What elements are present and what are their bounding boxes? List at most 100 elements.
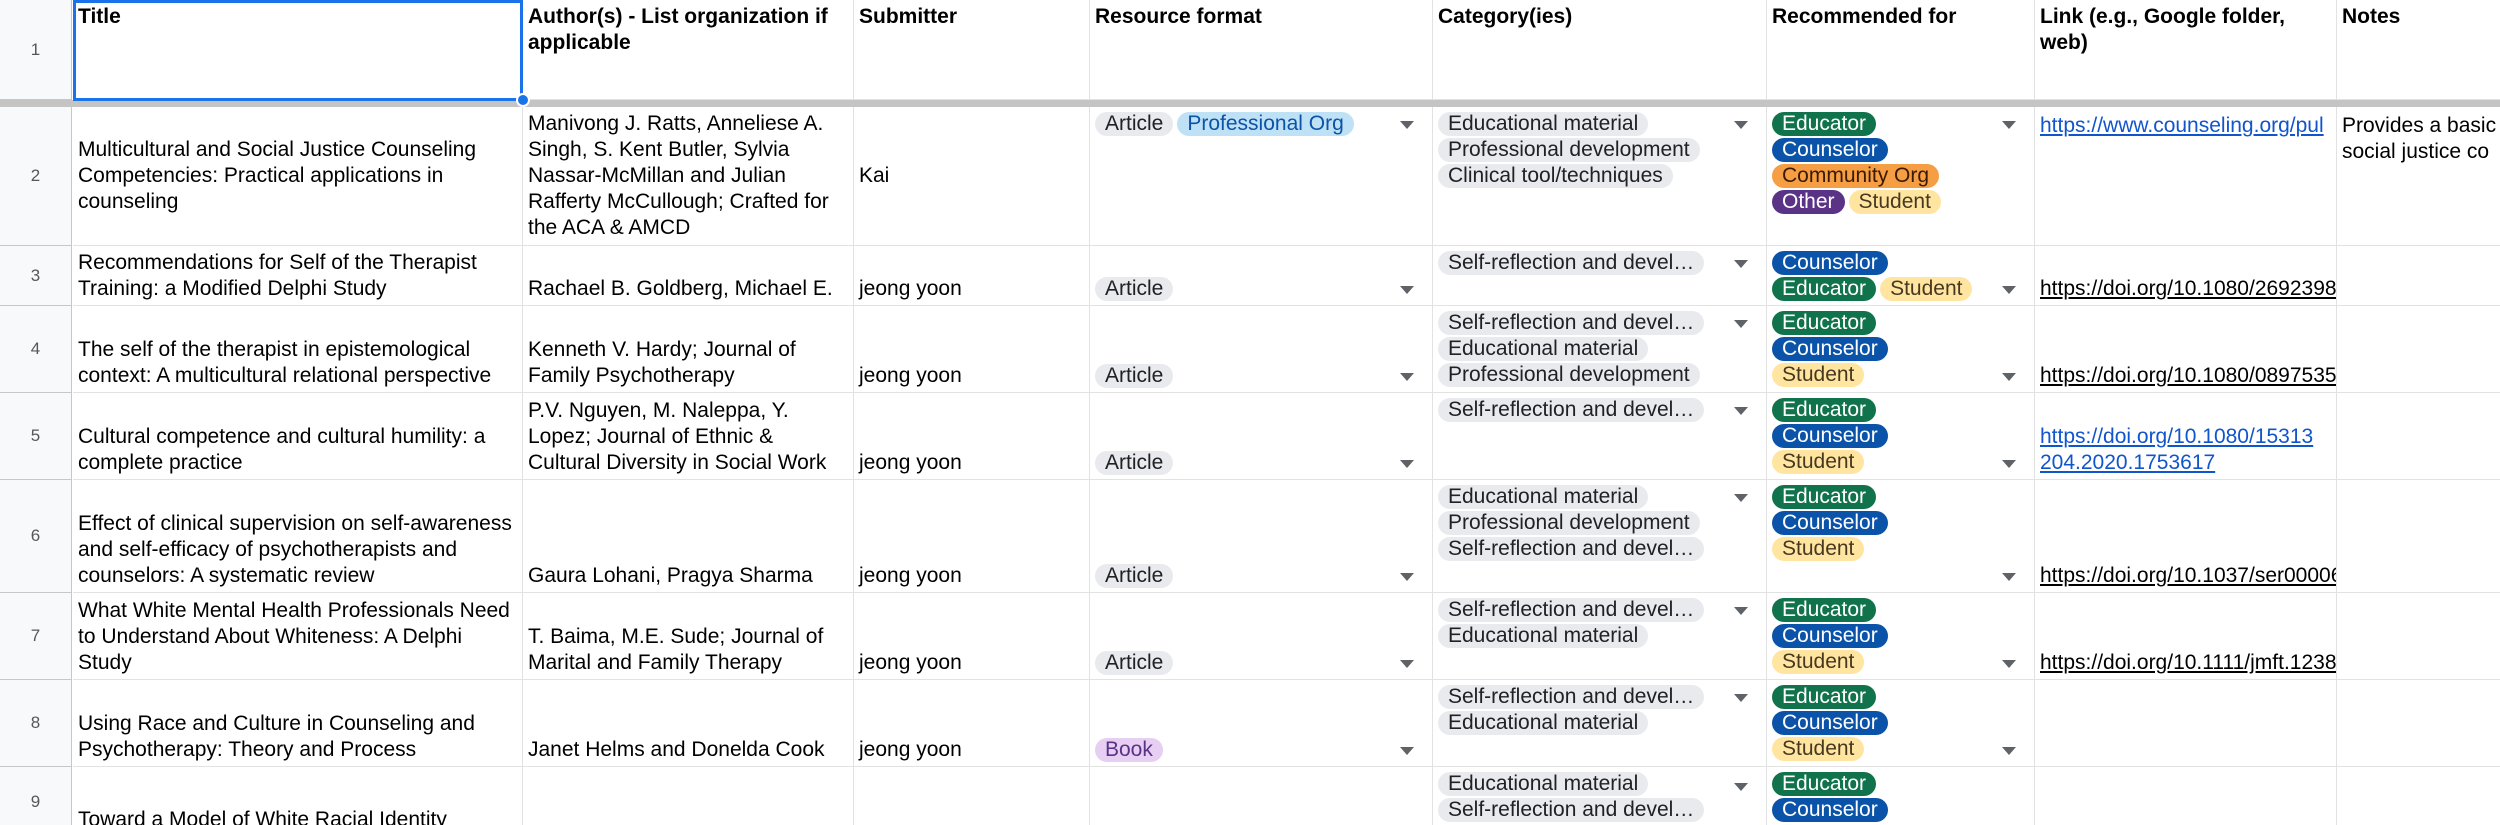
chevron-down-icon[interactable] (1400, 747, 1414, 755)
cell-title[interactable]: What White Mental Health Professionals N… (73, 593, 523, 680)
cell-link[interactable] (2035, 680, 2337, 767)
cell-notes[interactable]: Provides a basic social justice co (2337, 107, 2500, 246)
cell-categories[interactable]: Self-reflection and devel… Educational ma… (1433, 680, 1767, 767)
header-submitter[interactable]: Submitter (854, 0, 1090, 100)
row-number[interactable]: 1 (0, 0, 72, 100)
cell-notes[interactable] (2337, 593, 2500, 680)
cell-format[interactable]: Article (1090, 393, 1433, 480)
link-text[interactable]: https://www.counseling.org/pul (2040, 113, 2331, 139)
chevron-down-icon[interactable] (1734, 260, 1748, 268)
cell-submitter[interactable]: Kai (854, 107, 1090, 246)
link-text[interactable]: https://doi.org/10.1080/2692398X.2023.21… (2040, 276, 2336, 302)
cell-categories[interactable]: Self-reflection and devel… Educational ma… (1433, 593, 1767, 680)
row-number[interactable]: 4 (0, 306, 72, 393)
cell-format[interactable]: Article (1090, 593, 1433, 680)
chevron-down-icon[interactable] (2002, 573, 2016, 581)
fill-handle[interactable] (516, 93, 530, 107)
link-text[interactable]: https://doi.org/10.1111/jmft.12385 (2040, 650, 2336, 676)
chevron-down-icon[interactable] (1400, 660, 1414, 668)
cell-title[interactable]: Effect of clinical supervision on self-a… (73, 480, 523, 593)
cell-recommended[interactable]: Counselor Educator Student (1767, 246, 2035, 306)
cell-notes[interactable] (2337, 767, 2500, 825)
cell-categories[interactable]: Educational material Professional develop… (1433, 480, 1767, 593)
cell-link[interactable]: https://doi.org/10.1080/2692398X.2023.21… (2035, 246, 2337, 306)
cell-format[interactable]: Article (1090, 246, 1433, 306)
cell-submitter[interactable]: jeong yoon (854, 393, 1090, 480)
cell-link[interactable]: https://doi.org/10.1037/ser0000693 (2035, 480, 2337, 593)
row-number[interactable]: 3 (0, 246, 72, 306)
cell-link[interactable]: https://doi.org/10.1080/15313 204.2020.1… (2035, 393, 2337, 480)
header-categories[interactable]: Category(ies) (1433, 0, 1767, 100)
chevron-down-icon[interactable] (1400, 373, 1414, 381)
header-notes[interactable]: Notes (2337, 0, 2500, 100)
cell-notes[interactable] (2337, 680, 2500, 767)
cell-categories[interactable]: Self-reflection and devel… Educational ma… (1433, 306, 1767, 393)
cell-notes[interactable] (2337, 306, 2500, 393)
row-number[interactable]: 2 (0, 107, 72, 246)
cell-recommended[interactable]: Educator Counselor (1767, 767, 2035, 825)
cell-title[interactable]: Recommendations for Self of the Therapis… (73, 246, 523, 306)
cell-recommended[interactable]: Educator Counselor Student (1767, 680, 2035, 767)
row-number[interactable]: 5 (0, 393, 72, 480)
cell-link[interactable]: https://doi.org/10.1111/jmft.12385 (2035, 593, 2337, 680)
cell-link[interactable]: https://www.counseling.org/pul (2035, 107, 2337, 246)
header-recommended[interactable]: Recommended for (1767, 0, 2035, 100)
link-text[interactable]: https://doi.org/10.1080/08975353.2018.14… (2040, 363, 2336, 389)
chevron-down-icon[interactable] (1400, 573, 1414, 581)
cell-title[interactable]: Toward a Model of White Racial Identity (73, 767, 523, 825)
cell-submitter[interactable]: jeong yoon (854, 593, 1090, 680)
chevron-down-icon[interactable] (1734, 694, 1748, 702)
cell-categories[interactable]: Self-reflection and devel… (1433, 393, 1767, 480)
cell-authors[interactable]: T. Baima, M.E. Sude; Journal of Marital … (523, 593, 854, 680)
cell-authors[interactable]: Rachael B. Goldberg, Michael E. (523, 246, 854, 306)
cell-authors[interactable]: Gaura Lohani, Pragya Sharma (523, 480, 854, 593)
chevron-down-icon[interactable] (1734, 320, 1748, 328)
cell-notes[interactable] (2337, 480, 2500, 593)
cell-format[interactable]: Article (1090, 306, 1433, 393)
chevron-down-icon[interactable] (1734, 494, 1748, 502)
cell-format[interactable]: Book (1090, 680, 1433, 767)
cell-notes[interactable] (2337, 393, 2500, 480)
cell-title[interactable]: Cultural competence and cultural humilit… (73, 393, 523, 480)
row-number[interactable]: 8 (0, 680, 72, 767)
cell-link[interactable]: https://doi.org/10.1080/08975353.2018.14… (2035, 306, 2337, 393)
row-number[interactable]: 7 (0, 593, 72, 680)
chevron-down-icon[interactable] (2002, 660, 2016, 668)
cell-categories[interactable]: Educational material Professional develop… (1433, 107, 1767, 246)
cell-authors[interactable]: P.V. Nguyen, M. Naleppa, Y. Lopez; Journ… (523, 393, 854, 480)
chevron-down-icon[interactable] (2002, 747, 2016, 755)
cell-submitter[interactable] (854, 767, 1090, 825)
chevron-down-icon[interactable] (1734, 607, 1748, 615)
chevron-down-icon[interactable] (2002, 286, 2016, 294)
cell-categories[interactable]: Self-reflection and devel… (1433, 246, 1767, 306)
row-number[interactable]: 9 (0, 767, 72, 825)
chevron-down-icon[interactable] (1734, 783, 1748, 791)
cell-categories[interactable]: Educational material Self-reflection and … (1433, 767, 1767, 825)
row-number[interactable]: 6 (0, 480, 72, 593)
chevron-down-icon[interactable] (2002, 460, 2016, 468)
cell-recommended[interactable]: Educator Counselor Student (1767, 480, 2035, 593)
link-text[interactable]: https://doi.org/10.1037/ser0000693 (2040, 563, 2336, 589)
cell-title[interactable]: Using Race and Culture in Counseling and… (73, 680, 523, 767)
header-link[interactable]: Link (e.g., Google folder, web) (2035, 0, 2337, 100)
frozen-row-divider[interactable] (0, 100, 2500, 107)
link-text[interactable]: https://doi.org/10.1080/15313 204.2020.1… (2040, 424, 2331, 476)
cell-title[interactable]: The self of the therapist in epistemolog… (73, 306, 523, 393)
header-format[interactable]: Resource format (1090, 0, 1433, 100)
chevron-down-icon[interactable] (2002, 121, 2016, 129)
header-authors[interactable]: Author(s) - List organization if applica… (523, 0, 854, 100)
chevron-down-icon[interactable] (1734, 121, 1748, 129)
cell-recommended[interactable]: Educator Counselor Community Org Other Stude… (1767, 107, 2035, 246)
cell-authors[interactable]: Janet Helms and Donelda Cook (523, 680, 854, 767)
cell-authors[interactable]: Manivong J. Ratts, Anneliese A. Singh, S… (523, 107, 854, 246)
cell-title[interactable]: Multicultural and Social Justice Counsel… (73, 107, 523, 246)
chevron-down-icon[interactable] (1400, 286, 1414, 294)
chevron-down-icon[interactable] (1400, 121, 1414, 129)
cell-link[interactable] (2035, 767, 2337, 825)
cell-submitter[interactable]: jeong yoon (854, 680, 1090, 767)
cell-submitter[interactable]: jeong yoon (854, 246, 1090, 306)
cell-recommended[interactable]: Educator Counselor Student (1767, 306, 2035, 393)
cell-format[interactable]: Article (1090, 480, 1433, 593)
cell-authors[interactable]: Kenneth V. Hardy; Journal of Family Psyc… (523, 306, 854, 393)
cell-recommended[interactable]: Educator Counselor Student (1767, 393, 2035, 480)
